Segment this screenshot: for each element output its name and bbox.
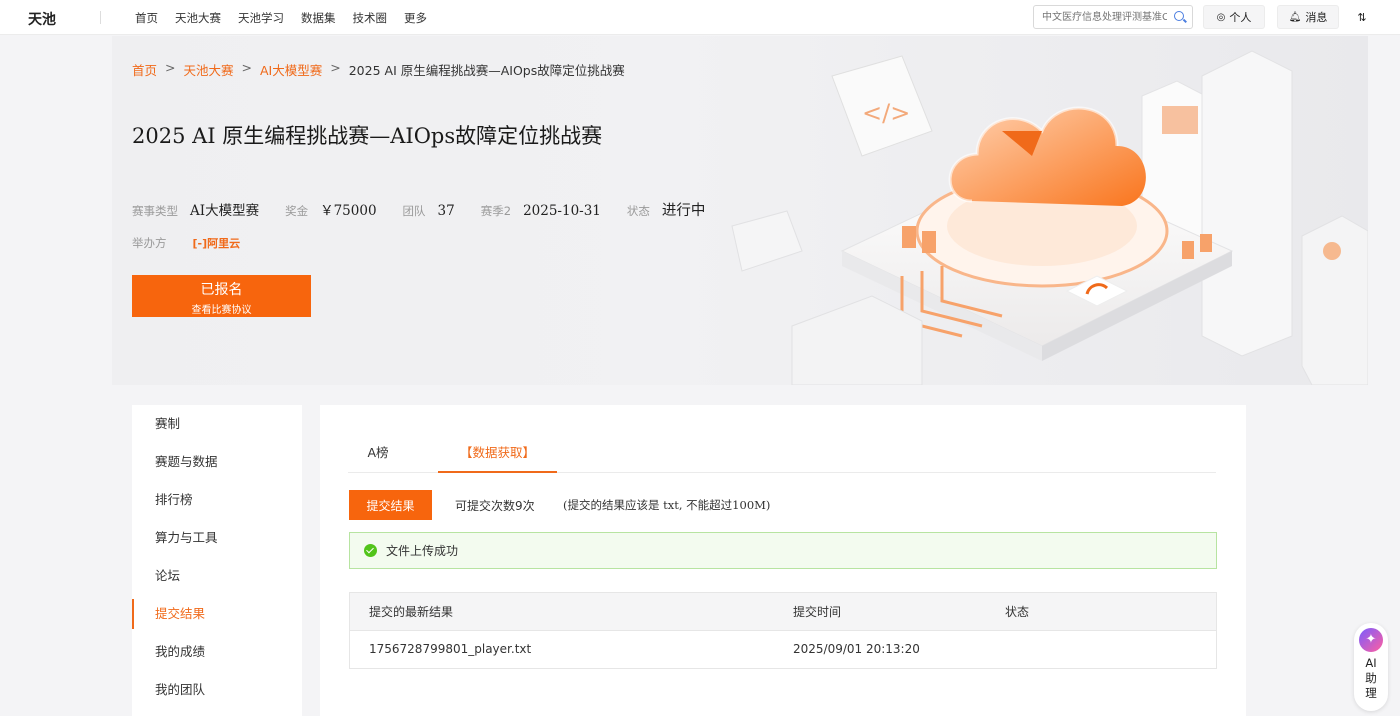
- type-label: 赛事类型: [132, 204, 178, 218]
- ai-label-1: AI: [1365, 656, 1377, 670]
- nav-home[interactable]: 首页: [135, 10, 158, 26]
- submission-hint: (提交的结果应该是 txt, 不能超过100M): [563, 498, 771, 512]
- search-box: [1033, 5, 1193, 29]
- aliyun-logo: [-]阿里云: [193, 235, 241, 251]
- top-nav-bar: 天池 首页 天池大赛 天池学习 数据集 技术圈 更多 ◎ 个人 🔔︎ 消息 ⇅: [0, 0, 1400, 35]
- sidebar-item-leaderboard[interactable]: 排行榜: [132, 481, 302, 519]
- search-input[interactable]: [1042, 9, 1167, 25]
- bell-icon: 🔔︎: [1288, 11, 1302, 23]
- personal-label: 个人: [1229, 11, 1252, 24]
- leaderboard-tabs: A榜 【数据获取】: [348, 435, 1216, 473]
- breadcrumb-separator: >: [165, 60, 176, 75]
- season-value: 2025-10-31: [523, 203, 601, 219]
- breadcrumb-separator: >: [330, 60, 341, 75]
- nav-learning[interactable]: 天池学习: [238, 10, 284, 26]
- breadcrumb-category[interactable]: AI大模型赛: [260, 60, 322, 79]
- nav-datasets[interactable]: 数据集: [301, 10, 336, 26]
- registered-button[interactable]: 已报名 查看比赛协议: [132, 275, 311, 317]
- breadcrumb-current: 2025 AI 原生编程挑战赛—AIOps故障定位挑战赛: [348, 63, 625, 78]
- competition-meta: 赛事类型 AI大模型赛 奖金 ￥75000 团队 37 赛季2 2025-10-…: [132, 199, 731, 220]
- messages-button[interactable]: 🔔︎ 消息: [1277, 5, 1339, 29]
- main-nav: 首页 天池大赛 天池学习 数据集 技术圈 更多: [135, 10, 444, 26]
- table-row: 1756728799801_player.txt 2025/09/01 20:1…: [350, 631, 1216, 668]
- user-icon: ◎: [1216, 11, 1226, 23]
- sidebar-item-problem-data[interactable]: 赛题与数据: [132, 443, 302, 481]
- remaining-submissions: 可提交次数9次: [455, 499, 535, 513]
- season-label: 赛季2: [480, 204, 512, 218]
- tab-data-acquisition[interactable]: 【数据获取】: [438, 435, 557, 473]
- sidebar-item-rules[interactable]: 赛制: [132, 405, 302, 443]
- organizer-label: 举办方: [132, 236, 167, 250]
- type-value: AI大模型赛: [190, 203, 260, 219]
- check-circle-icon: [364, 544, 377, 557]
- search-icon[interactable]: [1174, 11, 1184, 21]
- table-header: 提交的最新结果 提交时间 状态: [350, 593, 1216, 631]
- ai-label-2: 助: [1365, 671, 1377, 685]
- sidebar-item-compute-tools[interactable]: 算力与工具: [132, 519, 302, 557]
- breadcrumb-competitions[interactable]: 天池大赛: [184, 60, 234, 79]
- header-status: 状态: [1005, 605, 1030, 619]
- competition-hero: 首页 > 天池大赛 > AI大模型赛 > 2025 AI 原生编程挑战赛—AIO…: [112, 36, 1368, 385]
- nav-more[interactable]: 更多: [404, 10, 427, 26]
- logo-divider: [100, 11, 101, 24]
- prize-label: 奖金: [285, 204, 309, 218]
- teams-label: 团队: [402, 204, 426, 218]
- status-label: 状态: [626, 204, 650, 218]
- organizer-row: 举办方 [-]阿里云: [132, 235, 240, 251]
- ai-label-3: 理: [1365, 686, 1377, 700]
- agreement-link[interactable]: 查看比赛协议: [132, 301, 311, 316]
- cloud-platform-illustration: </>: [731, 50, 1368, 385]
- site-logo[interactable]: 天池: [28, 9, 56, 29]
- ai-sparkle-icon: ✦: [1359, 628, 1383, 652]
- breadcrumb: 首页 > 天池大赛 > AI大模型赛 > 2025 AI 原生编程挑战赛—AIO…: [132, 60, 625, 79]
- header-submit-time: 提交时间: [793, 605, 842, 619]
- sidebar-item-forum[interactable]: 论坛: [132, 557, 302, 595]
- success-message: 文件上传成功: [386, 544, 459, 558]
- messages-label: 消息: [1305, 11, 1328, 24]
- result-filename[interactable]: 1756728799801_player.txt: [369, 631, 531, 668]
- teams-value: 37: [437, 203, 455, 219]
- registered-label: 已报名: [200, 281, 243, 297]
- upload-success-alert: 文件上传成功: [349, 532, 1217, 569]
- competition-sidebar: 赛制 赛题与数据 排行榜 算力与工具 论坛 提交结果 我的成绩 我的团队: [132, 405, 302, 716]
- sidebar-item-my-scores[interactable]: 我的成绩: [132, 633, 302, 671]
- switch-button[interactable]: ⇅: [1350, 5, 1374, 29]
- sidebar-item-submit[interactable]: 提交结果: [132, 595, 302, 633]
- svg-text:</>: </>: [862, 99, 910, 127]
- tab-a-board[interactable]: A榜: [348, 435, 408, 473]
- nav-tech-circle[interactable]: 技术圈: [353, 10, 388, 26]
- submission-panel: A榜 【数据获取】 提交结果 可提交次数9次 (提交的结果应该是 txt, 不能…: [320, 405, 1246, 716]
- breadcrumb-home[interactable]: 首页: [132, 60, 157, 79]
- submissions-table: 提交的最新结果 提交时间 状态 1756728799801_player.txt…: [349, 592, 1217, 669]
- result-time: 2025/09/01 20:13:20: [793, 642, 920, 656]
- prize-value: ￥75000: [320, 203, 377, 219]
- switch-icon: ⇅: [1357, 10, 1367, 24]
- ai-assistant-button[interactable]: ✦ AI 助 理: [1354, 623, 1388, 711]
- breadcrumb-separator: >: [241, 60, 252, 75]
- submit-result-button[interactable]: 提交结果: [349, 490, 432, 520]
- sidebar-item-my-team[interactable]: 我的团队: [132, 671, 302, 709]
- personal-button[interactable]: ◎ 个人: [1203, 5, 1265, 29]
- organizer-name: 阿里云: [207, 237, 241, 250]
- aliyun-logo-icon: [-]: [192, 237, 208, 250]
- header-latest-result: 提交的最新结果: [369, 605, 454, 619]
- page-title: 2025 AI 原生编程挑战赛—AIOps故障定位挑战赛: [132, 124, 603, 148]
- nav-competitions[interactable]: 天池大赛: [175, 10, 221, 26]
